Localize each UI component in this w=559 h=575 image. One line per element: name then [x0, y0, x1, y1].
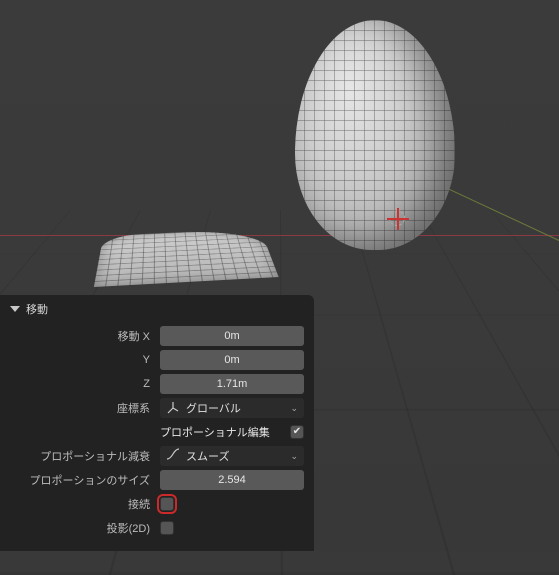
- proportional-section-label: プロポーショナル編集: [160, 424, 270, 440]
- smooth-curve-icon: [166, 448, 180, 465]
- operator-panel: 移動 移動 X 0m Y 0m Z 1.71m 座標系 グローバル ⌄ プロポー…: [0, 295, 314, 551]
- projected-label: 投影(2D): [10, 520, 160, 536]
- orientation-value: グローバル: [186, 400, 241, 416]
- projected-checkbox[interactable]: [160, 521, 174, 535]
- panel-title: 移動: [26, 301, 48, 317]
- orientation-dropdown[interactable]: グローバル ⌄: [160, 398, 304, 418]
- move-z-field[interactable]: 1.71m: [160, 374, 304, 394]
- move-y-field[interactable]: 0m: [160, 350, 304, 370]
- move-y-label: Y: [10, 354, 160, 366]
- proportional-size-field[interactable]: 2.594: [160, 470, 304, 490]
- connected-checkbox[interactable]: [160, 497, 174, 511]
- connected-label: 接続: [10, 496, 160, 512]
- axis-x: [0, 235, 559, 236]
- mesh-plane[interactable]: [94, 229, 279, 287]
- chevron-down-icon: ⌄: [290, 403, 298, 414]
- move-z-label: Z: [10, 378, 160, 390]
- panel-header[interactable]: 移動: [10, 301, 304, 317]
- disclosure-triangle-icon: [10, 306, 20, 312]
- falloff-label: プロポーショナル減衰: [10, 448, 160, 464]
- falloff-value: スムーズ: [186, 448, 229, 464]
- falloff-dropdown[interactable]: スムーズ ⌄: [160, 446, 304, 466]
- proportional-checkbox[interactable]: [290, 425, 304, 439]
- orientation-label: 座標系: [10, 400, 160, 416]
- mesh-egg[interactable]: [295, 20, 455, 250]
- cursor-3d-icon: [389, 210, 405, 226]
- chevron-down-icon: ⌄: [290, 451, 298, 462]
- move-x-field[interactable]: 0m: [160, 326, 304, 346]
- move-x-label: 移動 X: [10, 328, 160, 344]
- proportional-size-label: プロポーションのサイズ: [10, 472, 160, 488]
- axes-icon: [166, 401, 180, 415]
